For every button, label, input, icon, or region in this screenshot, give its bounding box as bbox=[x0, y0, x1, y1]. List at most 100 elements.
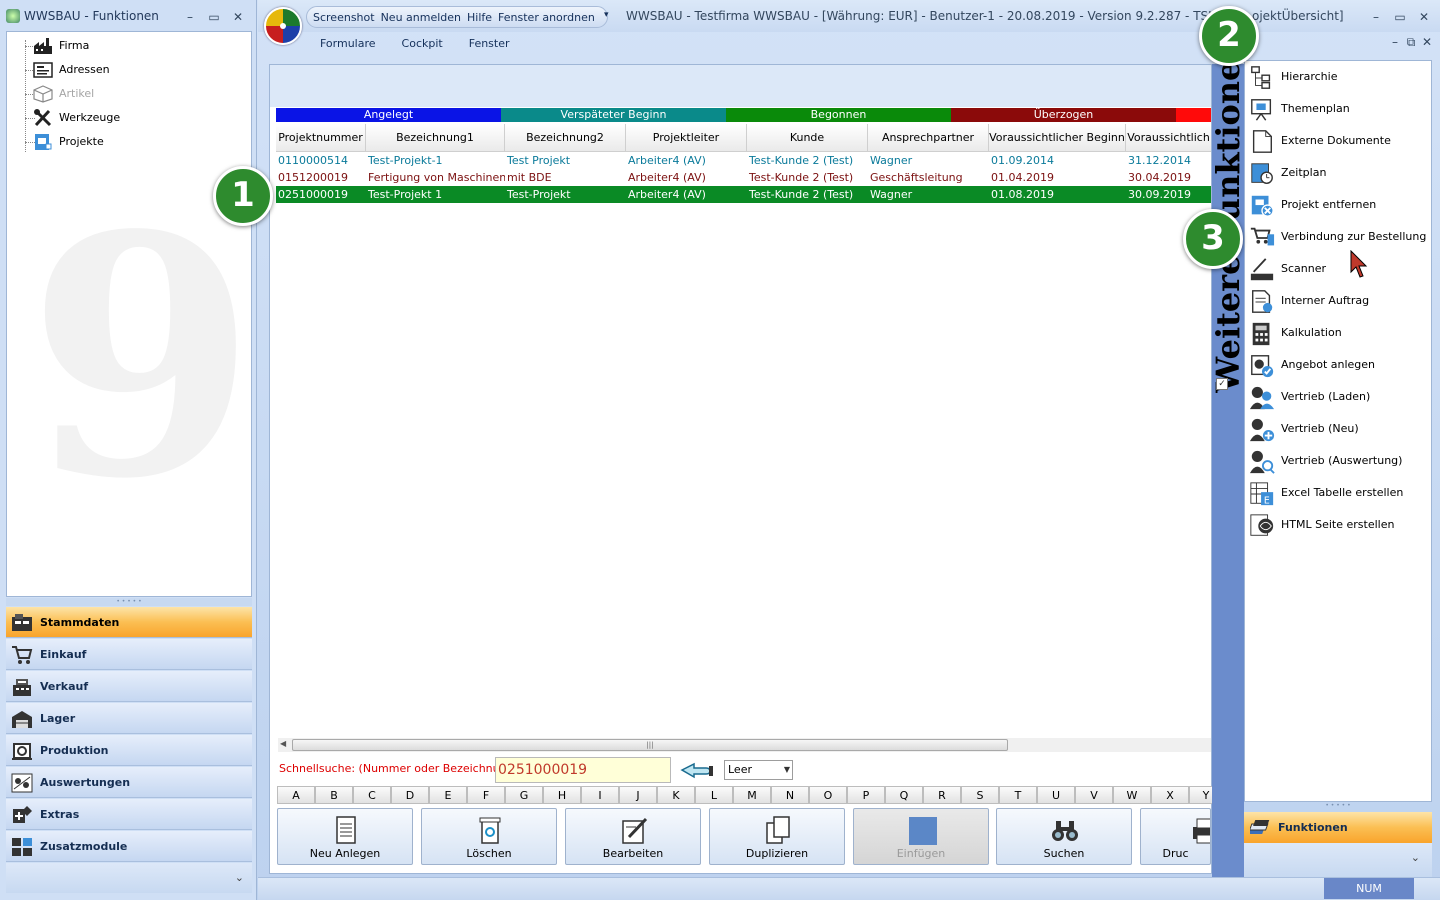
function-item-html[interactable]: HTML Seite erstellen bbox=[1248, 510, 1394, 540]
action-button-trash[interactable]: Löschen bbox=[421, 808, 557, 865]
table-row[interactable]: 0110000514 Test-Projekt-1 Test Projekt Arbe… bbox=[276, 152, 1211, 169]
maximize-icon[interactable]: ▭ bbox=[1388, 8, 1412, 26]
alphabet-button-h[interactable]: H bbox=[543, 786, 581, 804]
close-icon[interactable]: ✕ bbox=[1420, 35, 1434, 49]
alphabet-button-e[interactable]: E bbox=[429, 786, 467, 804]
function-item-schedule[interactable]: Zeitplan bbox=[1248, 158, 1326, 188]
restore-icon[interactable]: ⧉ bbox=[1402, 35, 1420, 49]
function-item-sales-new[interactable]: Vertrieb (Neu) bbox=[1248, 414, 1359, 444]
functions-tab-button[interactable]: Funktionen bbox=[1244, 812, 1432, 843]
column-header-bezeichnung2[interactable]: Bezeichnung2 bbox=[505, 124, 626, 152]
nav-splitter[interactable]: • • • • • bbox=[6, 598, 252, 606]
alphabet-button-j[interactable]: J bbox=[619, 786, 657, 804]
menu-formulare[interactable]: Formulare bbox=[320, 37, 376, 50]
minimize-icon[interactable]: – bbox=[1388, 35, 1402, 49]
column-header-kunde[interactable]: Kunde bbox=[747, 124, 868, 152]
function-item-hierarchy[interactable]: Hierarchie bbox=[1248, 62, 1337, 92]
quick-hilfe[interactable]: Hilfe bbox=[467, 11, 492, 24]
nav-stammdaten[interactable]: Stammdaten bbox=[6, 607, 252, 638]
function-item-sales-analysis[interactable]: Vertrieb (Auswertung) bbox=[1248, 446, 1402, 476]
function-item-external-document[interactable]: Externe Dokumente bbox=[1248, 126, 1391, 156]
column-header-label: Bezeichnung2 bbox=[526, 131, 604, 144]
app-logo-button[interactable] bbox=[264, 7, 302, 45]
minimize-icon[interactable]: – bbox=[178, 8, 202, 26]
functions-splitter[interactable]: • • • • • bbox=[1244, 802, 1432, 810]
table-row[interactable]: 0151200019 Fertigung von Maschinen mit BDE… bbox=[276, 169, 1211, 186]
quick-access-dropdown-icon[interactable]: ▾ bbox=[604, 10, 609, 20]
function-item-create-offer[interactable]: Angebot anlegen bbox=[1248, 350, 1375, 380]
alphabet-button-m[interactable]: M bbox=[733, 786, 771, 804]
quick-neu-anmelden[interactable]: Neu anmelden bbox=[381, 11, 461, 24]
nav-extras[interactable]: Extras bbox=[6, 799, 252, 830]
alphabet-button-q[interactable]: Q bbox=[885, 786, 923, 804]
function-item-sales-load[interactable]: Vertrieb (Laden) bbox=[1248, 382, 1370, 412]
function-item-order-link[interactable]: Verbindung zur Bestellung bbox=[1248, 222, 1426, 252]
scrollbar-thumb[interactable]: ||| bbox=[292, 739, 1008, 751]
table-row[interactable]: 0251000019 Test-Projekt 1 Test-Projekt Arbe… bbox=[276, 186, 1211, 203]
action-button-paste[interactable]: Einfügen bbox=[853, 808, 989, 865]
filter-select[interactable]: Leer ▼ bbox=[724, 760, 793, 780]
alphabet-button-x[interactable]: X bbox=[1151, 786, 1189, 804]
function-item-excel[interactable]: E Excel Tabelle erstellen bbox=[1248, 478, 1403, 508]
column-header-ansprechpartner[interactable]: Ansprechpartner bbox=[868, 124, 989, 152]
quick-search-input[interactable]: 0251000019 bbox=[495, 757, 671, 783]
alphabet-button-v[interactable]: V bbox=[1075, 786, 1113, 804]
column-header-projektnummer[interactable]: Projektnummer bbox=[276, 124, 366, 152]
pin-checkbox[interactable]: ✓ bbox=[1216, 378, 1228, 390]
nav-overflow-button[interactable]: ⌄ bbox=[6, 863, 252, 893]
alphabet-button-i[interactable]: I bbox=[581, 786, 619, 804]
nav-auswertungen[interactable]: Auswertungen bbox=[6, 767, 252, 798]
nav-produktion[interactable]: Produktion bbox=[6, 735, 252, 766]
pointing-hand-icon[interactable] bbox=[680, 760, 714, 780]
alphabet-button-r[interactable]: R bbox=[923, 786, 961, 804]
scroll-left-icon[interactable]: ◀ bbox=[280, 739, 286, 748]
menu-fenster[interactable]: Fenster bbox=[469, 37, 510, 50]
close-icon[interactable]: ✕ bbox=[1412, 8, 1436, 26]
column-header-projektleiter[interactable]: Projektleiter bbox=[626, 124, 747, 152]
tree-item-firma[interactable]: Firma bbox=[33, 35, 89, 57]
callout-badge-1: 1 bbox=[213, 166, 273, 226]
alphabet-button-l[interactable]: L bbox=[695, 786, 733, 804]
alphabet-button-o[interactable]: O bbox=[809, 786, 847, 804]
function-item-calculator[interactable]: Kalkulation bbox=[1248, 318, 1342, 348]
column-header-bezeichnung1[interactable]: Bezeichnung1 bbox=[366, 124, 505, 152]
nav-zusatzmodule[interactable]: Zusatzmodule bbox=[6, 831, 252, 862]
action-button-duplicate[interactable]: Duplizieren bbox=[709, 808, 845, 865]
alphabet-button-s[interactable]: S bbox=[961, 786, 999, 804]
action-button-new-document[interactable]: Neu Anlegen bbox=[277, 808, 413, 865]
alphabet-button-f[interactable]: F bbox=[467, 786, 505, 804]
alphabet-button-c[interactable]: C bbox=[353, 786, 391, 804]
alphabet-button-a[interactable]: A bbox=[277, 786, 315, 804]
alphabet-button-n[interactable]: N bbox=[771, 786, 809, 804]
quick-screenshot[interactable]: Screenshot bbox=[313, 11, 375, 24]
action-button-binoculars[interactable]: Suchen bbox=[996, 808, 1132, 865]
alphabet-button-w[interactable]: W bbox=[1113, 786, 1151, 804]
menu-cockpit[interactable]: Cockpit bbox=[402, 37, 443, 50]
action-button-edit[interactable]: Bearbeiten bbox=[565, 808, 701, 865]
tree-item-adressen[interactable]: Adressen bbox=[33, 59, 110, 81]
nav-einkauf[interactable]: Einkauf bbox=[6, 639, 252, 670]
tree-item-artikel[interactable]: Artikel bbox=[33, 83, 94, 105]
tree-item-projekte[interactable]: Projekte bbox=[33, 131, 104, 153]
tree-item-werkzeuge[interactable]: Werkzeuge bbox=[33, 107, 120, 129]
alphabet-button-b[interactable]: B bbox=[315, 786, 353, 804]
alphabet-button-p[interactable]: P bbox=[847, 786, 885, 804]
alphabet-button-u[interactable]: U bbox=[1037, 786, 1075, 804]
maximize-icon[interactable]: ▭ bbox=[202, 8, 226, 26]
function-item-scanner[interactable]: Scanner bbox=[1248, 254, 1326, 284]
alphabet-button-g[interactable]: G bbox=[505, 786, 543, 804]
alphabet-button-d[interactable]: D bbox=[391, 786, 429, 804]
action-button-printer[interactable]: Druc bbox=[1140, 808, 1211, 865]
alphabet-button-k[interactable]: K bbox=[657, 786, 695, 804]
function-item-remove-project[interactable]: Projekt entfernen bbox=[1248, 190, 1376, 220]
nav-lager[interactable]: Lager bbox=[6, 703, 252, 734]
quick-fenster-anordnen[interactable]: Fenster anordnen bbox=[498, 11, 595, 24]
minimize-icon[interactable]: – bbox=[1364, 8, 1388, 26]
function-item-topic-plan[interactable]: Themenplan bbox=[1248, 94, 1350, 124]
function-item-internal-order[interactable]: Interner Auftrag bbox=[1248, 286, 1369, 316]
alphabet-button-t[interactable]: T bbox=[999, 786, 1037, 804]
nav-verkauf[interactable]: Verkauf bbox=[6, 671, 252, 702]
column-header-voraussichtlicher-beginn[interactable]: Voraussichtlicher Beginn bbox=[989, 124, 1126, 152]
close-icon[interactable]: ✕ bbox=[226, 8, 250, 26]
functions-overflow-button[interactable]: ⌄ bbox=[1244, 843, 1432, 877]
